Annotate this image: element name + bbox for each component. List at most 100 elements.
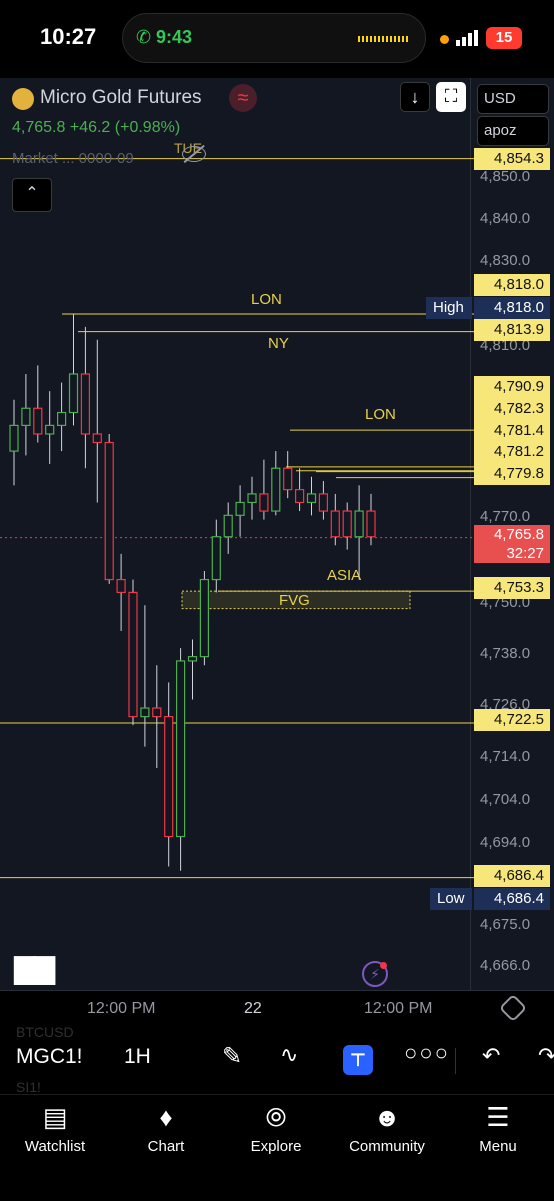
draw-pen-icon[interactable]: ✎ bbox=[222, 1042, 242, 1071]
candle-body bbox=[235, 501, 245, 516]
level-price-tag: 4,686.4 bbox=[474, 865, 550, 887]
candle-body bbox=[199, 578, 209, 658]
menu-icon[interactable]: ☰ bbox=[448, 1102, 548, 1133]
templates-icon[interactable]: ⊤ bbox=[343, 1045, 373, 1075]
level-price-tag: 4,781.4 bbox=[474, 420, 550, 442]
explore-icon[interactable]: ⦾ bbox=[226, 1102, 326, 1134]
indicator-wave-icon[interactable]: ≈ bbox=[229, 84, 257, 112]
candle-body bbox=[176, 660, 186, 838]
candle-body bbox=[187, 656, 198, 662]
y-tick: 4,830.0 bbox=[480, 252, 531, 269]
candle-body bbox=[21, 407, 31, 426]
candle-body bbox=[128, 591, 138, 718]
settings-gear-icon[interactable] bbox=[498, 993, 528, 1023]
last-price-value: 4,765.8 bbox=[493, 526, 544, 543]
toolbar-separator bbox=[455, 1048, 456, 1074]
candle-body bbox=[342, 510, 352, 538]
candle-body bbox=[80, 373, 91, 435]
candle-body bbox=[330, 510, 340, 538]
level-price-tag: 4,854.3 bbox=[474, 148, 550, 170]
ghost-symbol-above: BTCUSD bbox=[16, 1024, 74, 1040]
candle-body bbox=[152, 707, 162, 718]
community-icon[interactable]: ☻ bbox=[337, 1102, 437, 1133]
fvg-label: FVG bbox=[279, 592, 310, 609]
currency-select[interactable]: USD bbox=[477, 84, 549, 114]
redo-icon[interactable]: ↷ bbox=[538, 1043, 554, 1069]
account-select[interactable]: apoz bbox=[477, 116, 549, 146]
collapse-chevron-button[interactable]: ⌃ bbox=[12, 178, 52, 212]
interval-button[interactable]: 1H bbox=[124, 1045, 151, 1069]
time-axis-divider bbox=[0, 990, 554, 991]
candle-body bbox=[295, 489, 305, 504]
y-tick: 4,714.0 bbox=[480, 748, 531, 765]
y-tick: 4,675.0 bbox=[480, 916, 531, 933]
candle-body bbox=[247, 493, 257, 504]
bar-countdown: 32:27 bbox=[506, 545, 544, 562]
candle-body bbox=[68, 373, 79, 414]
candle-body bbox=[366, 510, 376, 538]
price-chart[interactable] bbox=[0, 78, 554, 990]
candle-body bbox=[354, 510, 364, 538]
candle-body bbox=[211, 536, 221, 581]
nav-community[interactable]: Community bbox=[337, 1138, 437, 1155]
level-price-tag: 4,779.8 bbox=[474, 463, 550, 485]
chart-icon[interactable]: ♦ bbox=[116, 1102, 216, 1133]
high-label: High bbox=[426, 297, 472, 319]
download-arrow-button[interactable]: ↓ bbox=[400, 82, 430, 112]
phone-icon: ✆ bbox=[136, 27, 152, 47]
session-label-asia: ASIA bbox=[327, 567, 362, 584]
candle-body bbox=[306, 493, 317, 504]
last-price: 4,765.8 bbox=[12, 119, 66, 136]
high-price-tag: 4,818.0 bbox=[474, 297, 550, 319]
candle-body bbox=[223, 514, 233, 538]
more-dots-icon[interactable]: ○○○ bbox=[404, 1040, 450, 1066]
candle-body bbox=[92, 433, 102, 444]
level-price-tag: 4,790.9 bbox=[474, 376, 550, 398]
low-label: Low bbox=[430, 888, 472, 910]
y-tick: 4,770.0 bbox=[480, 508, 531, 525]
y-tick: 4,850.0 bbox=[480, 168, 531, 185]
nav-menu[interactable]: Menu bbox=[448, 1138, 548, 1155]
x-tick: 22 bbox=[244, 1000, 262, 1017]
chart-toolbar bbox=[0, 1024, 554, 1094]
x-tick: 12:00 PM bbox=[364, 1000, 433, 1017]
symbol-title[interactable]: Micro Gold Futures bbox=[40, 87, 202, 109]
y-tick: 4,704.0 bbox=[480, 791, 531, 808]
call-timer: 9:43 bbox=[156, 27, 193, 47]
price-change-line: 4,765.8 +46.2 (+0.98%) bbox=[12, 119, 180, 137]
nav-explore[interactable]: Explore bbox=[226, 1138, 326, 1155]
ghost-symbol-below: SI1! bbox=[16, 1079, 41, 1095]
y-tick: 4,738.0 bbox=[480, 645, 531, 662]
tradingview-logo: ▇▇ bbox=[14, 953, 55, 984]
low-price-tag: 4,686.4 bbox=[474, 888, 550, 910]
level-price-tag: 4,722.5 bbox=[474, 709, 550, 731]
market-status: Market ... 0000-09 bbox=[12, 150, 134, 167]
candle-body bbox=[9, 424, 19, 452]
level-price-tag: 4,813.9 bbox=[474, 319, 550, 341]
candle-body bbox=[271, 467, 281, 512]
y-tick: 4,840.0 bbox=[480, 210, 531, 227]
audio-wave-icon bbox=[358, 36, 410, 42]
session-label-lon-2: LON bbox=[365, 406, 396, 423]
fit-screen-button[interactable]: ⛶ bbox=[436, 82, 466, 112]
symbol-button[interactable]: MGC1! bbox=[16, 1045, 83, 1069]
session-label-lon: LON bbox=[251, 291, 282, 308]
candle-body bbox=[56, 411, 67, 426]
nav-chart[interactable]: Chart bbox=[116, 1138, 216, 1155]
level-price-tag: 4,818.0 bbox=[474, 274, 550, 296]
candle-body bbox=[45, 424, 55, 435]
watchlist-icon[interactable]: ▤ bbox=[5, 1102, 105, 1133]
undo-icon[interactable]: ↶ bbox=[482, 1043, 500, 1069]
level-price-tag: 4,753.3 bbox=[474, 577, 550, 599]
candle-body bbox=[116, 578, 126, 594]
candle-body bbox=[140, 707, 150, 718]
nav-watchlist[interactable]: Watchlist bbox=[5, 1138, 105, 1155]
status-clock: 10:27 bbox=[40, 24, 97, 49]
indicators-icon[interactable]: ∿ bbox=[280, 1042, 298, 1068]
y-tick: 4,694.0 bbox=[480, 834, 531, 851]
battery-indicator: 15 bbox=[486, 27, 522, 49]
level-price-tag: 4,782.3 bbox=[474, 398, 550, 420]
candle-body bbox=[283, 467, 293, 491]
notification-dot-icon bbox=[380, 962, 387, 969]
x-tick: 12:00 PM bbox=[87, 1000, 156, 1017]
